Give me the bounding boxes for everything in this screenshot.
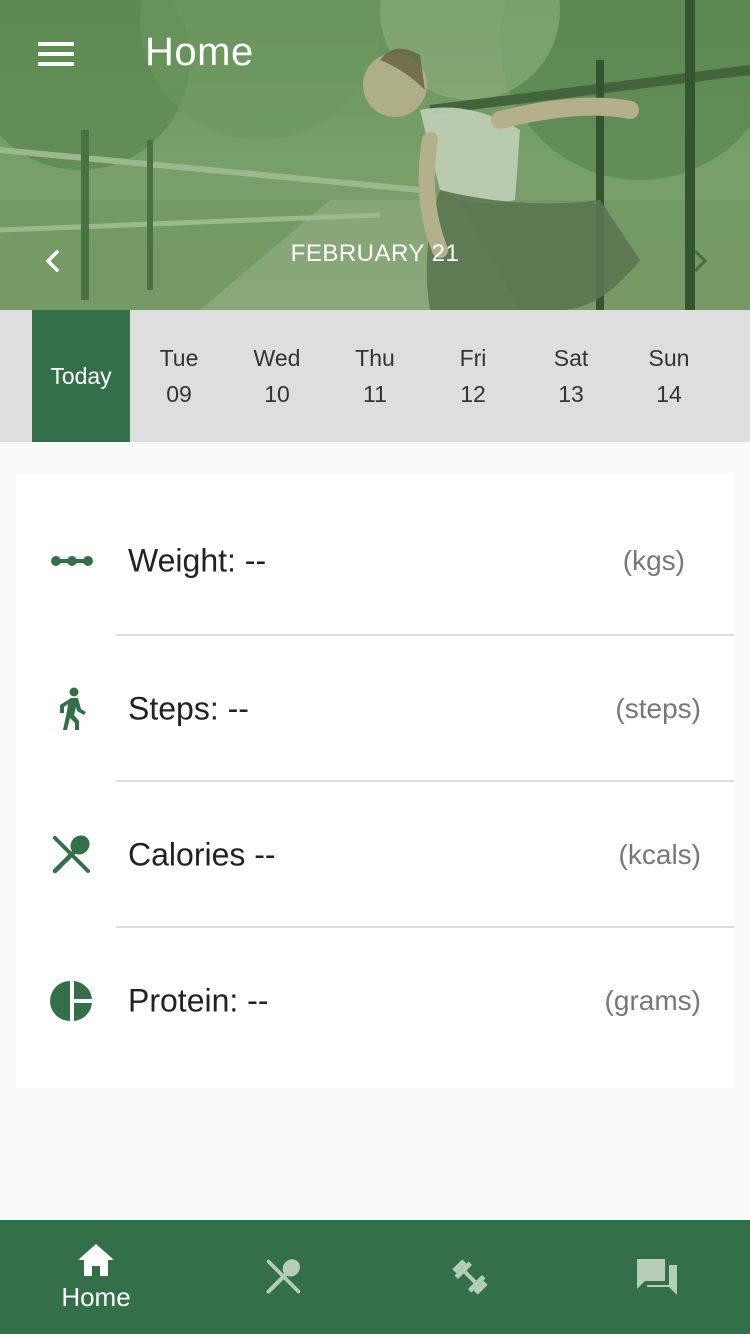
bottom-navigation-bar: Home [0,1220,750,1334]
dumbbell-icon [452,1259,488,1295]
hamburger-menu-icon[interactable] [36,38,76,70]
nav-messages[interactable] [597,1220,717,1334]
day-number: 14 [656,381,682,407]
day-number: 10 [264,381,290,407]
day-thu[interactable]: Thu 11 [326,310,424,442]
week-date-strip: Today Tue 09 Wed 10 Thu 11 Fri 12 Sat 13… [0,310,750,442]
day-wed[interactable]: Wed 10 [228,310,326,442]
day-number: 12 [460,381,486,407]
protein-unit: (grams) [604,985,701,1016]
nav-workouts[interactable] [410,1220,530,1334]
next-month-chevron-right-icon[interactable] [685,246,715,276]
protein-row[interactable]: Protein: -- (grams) [16,928,734,1074]
utensils-icon [52,835,90,874]
day-name: Thu [355,345,395,371]
day-sun[interactable]: Sun 14 [620,310,718,442]
day-number: 09 [166,381,192,407]
steps-label: Steps: -- [128,690,249,727]
page-title: Home [145,30,254,74]
protein-label: Protein: -- [128,982,269,1019]
weight-label: Weight: -- [128,542,267,579]
steps-row[interactable]: Steps: -- (steps) [16,636,734,782]
home-icon [78,1243,114,1276]
calories-row[interactable]: Calories -- (kcals) [16,782,734,928]
weight-unit: (kgs) [622,545,685,576]
day-today[interactable]: Today [32,310,130,442]
day-sat[interactable]: Sat 13 [522,310,620,442]
calories-label: Calories -- [128,836,276,873]
chat-icon [637,1259,677,1295]
nav-home-label: Home [61,1281,131,1312]
day-fri[interactable]: Fri 12 [424,310,522,442]
utensils-icon [266,1259,301,1294]
weight-row[interactable]: Weight: -- (kgs) [16,488,734,634]
day-name: Today [50,363,112,389]
steps-unit: (steps) [615,693,701,724]
walking-icon [60,687,86,730]
pie-chart-icon [50,981,92,1021]
day-name: Fri [459,345,487,371]
day-name: Sat [553,345,589,371]
month-label: FEBRUARY 21 [290,240,460,267]
day-number: 11 [363,381,387,407]
day-name: Wed [253,345,301,371]
weight-icon [51,556,93,566]
daily-metrics-card: Weight: -- (kgs) Steps: -- (steps) Calor… [16,474,734,1088]
day-number: 13 [558,381,584,407]
calories-unit: (kcals) [618,839,701,870]
hero-header: Home FEBRUARY 21 [0,0,750,310]
day-name: Tue [159,345,199,371]
day-tue[interactable]: Tue 09 [130,310,228,442]
nav-nutrition[interactable] [224,1220,344,1334]
day-name: Sun [648,345,690,371]
nav-home[interactable]: Home [36,1220,156,1334]
